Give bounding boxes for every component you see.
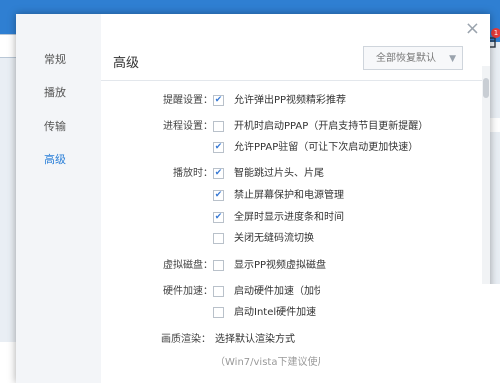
render-hint: （Win7/vista下建议使用 (215, 357, 328, 368)
setting-text: 允许PPAP驻留（可让下次启动更加快速） (234, 142, 419, 153)
setting-text: 全屏时显示进度条和时间 (234, 212, 344, 223)
setting-checkbox[interactable]: ✔ (213, 142, 224, 153)
setting-checkbox[interactable] (213, 286, 224, 297)
render-text: 选择默认渲染方式 (215, 334, 295, 345)
sidebar-item-advanced[interactable]: 高级 (16, 148, 101, 172)
reset-all-label: 全部恢复默认 (376, 53, 436, 64)
setting-label: 硬件加速： (163, 286, 213, 297)
setting-checkbox[interactable] (213, 307, 224, 318)
setting-row: 进程设置： 开机时启动PPAP（开启支持节目更新提醒） (101, 119, 471, 135)
sidebar-item-playback[interactable]: 播放 (16, 81, 101, 105)
setting-text: 关闭无缝码流切换 (234, 233, 314, 244)
setting-label: 虚拟磁盘： (163, 260, 213, 271)
setting-row: 播放时： ✔ 智能跳过片头、片尾 (101, 166, 471, 182)
render-label: 画质渲染： (161, 334, 211, 345)
setting-checkbox[interactable]: ✔ (213, 168, 224, 179)
setting-label: 提醒设置： (163, 95, 213, 106)
scrollbar-thumb[interactable] (483, 78, 489, 98)
settings-sidebar: 常规 播放 传输 高级 (16, 14, 101, 383)
setting-row: 提醒设置： ✔ 允许弹出PP视频精彩推荐 (101, 93, 471, 109)
setting-text: 启动Intel硬件加速 (234, 307, 317, 318)
page-title: 高级 (113, 56, 140, 71)
setting-label: 进程设置： (163, 121, 213, 132)
chevron-down-icon: ▼ (449, 54, 456, 64)
setting-checkbox[interactable]: ✔ (213, 95, 224, 106)
setting-text: 开机时启动PPAP（开启支持节目更新提醒） (234, 121, 429, 132)
sidebar-item-transfer[interactable]: 传输 (16, 115, 101, 139)
setting-checkbox[interactable]: ✔ (213, 190, 224, 201)
reset-all-button[interactable]: 全部恢复默认 ▼ (363, 46, 463, 70)
notification-badge: 1 (491, 28, 500, 38)
setting-text: 允许弹出PP视频精彩推荐 (234, 95, 347, 106)
setting-text: 禁止屏幕保护和电源管理 (234, 190, 344, 201)
setting-checkbox[interactable] (213, 121, 224, 132)
setting-row: ✔ 允许PPAP驻留（可让下次启动更加快速） (101, 140, 471, 156)
divider (101, 80, 490, 81)
setting-text: 显示PP视频虚拟磁盘 (234, 260, 327, 271)
setting-row: 虚拟磁盘： 显示PP视频虚拟磁盘 (101, 258, 471, 274)
setting-checkbox[interactable] (213, 233, 224, 244)
setting-label: 播放时： (173, 168, 213, 179)
setting-row: ✔ 全屏时显示进度条和时间 (101, 210, 471, 226)
setting-row: ✔ 禁止屏幕保护和电源管理 (101, 188, 471, 204)
setting-checkbox[interactable] (213, 260, 224, 271)
sidebar-item-general[interactable]: 常规 (16, 48, 101, 72)
setting-checkbox[interactable]: ✔ (213, 212, 224, 223)
setting-row: 关闭无缝码流切换 (101, 231, 471, 247)
overlay-panel (320, 284, 500, 383)
setting-text: 智能跳过片头、片尾 (234, 168, 324, 179)
